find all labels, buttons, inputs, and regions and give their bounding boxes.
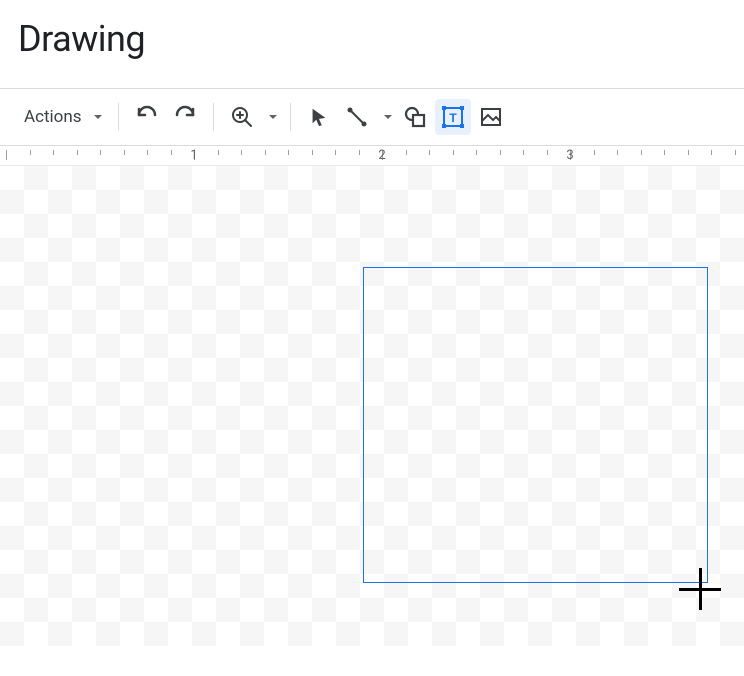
line-icon	[345, 105, 369, 129]
shapes-icon	[403, 105, 427, 129]
dropdown-caret-icon	[269, 115, 277, 119]
redo-icon	[173, 105, 197, 129]
line-tool-button[interactable]	[339, 99, 375, 135]
horizontal-ruler: 1 2 3	[0, 146, 744, 166]
textbox-drag-rect[interactable]	[363, 267, 708, 583]
toolbar-separator	[118, 103, 119, 131]
toolbar-separator	[290, 103, 291, 131]
toolbar: Actions T	[0, 88, 744, 146]
undo-icon	[135, 105, 159, 129]
textbox-tool-button[interactable]: T	[435, 99, 471, 135]
ruler-label: 3	[566, 148, 573, 163]
dropdown-caret-icon	[384, 115, 392, 119]
dialog-title: Drawing	[18, 18, 726, 60]
zoom-button[interactable]	[224, 99, 260, 135]
image-icon	[479, 105, 503, 129]
line-tool-dropdown-button[interactable]	[377, 99, 395, 135]
svg-text:T: T	[449, 111, 457, 125]
redo-button[interactable]	[167, 99, 203, 135]
undo-button[interactable]	[129, 99, 165, 135]
ruler-label: 2	[378, 148, 385, 163]
actions-menu-button[interactable]: Actions	[14, 99, 108, 135]
image-tool-button[interactable]	[473, 99, 509, 135]
toolbar-separator	[213, 103, 214, 131]
dialog-header: Drawing	[0, 0, 744, 88]
actions-menu-label: Actions	[20, 107, 90, 127]
dropdown-caret-icon	[94, 115, 102, 119]
zoom-in-icon	[230, 105, 254, 129]
shape-tool-button[interactable]	[397, 99, 433, 135]
select-tool-button[interactable]	[301, 99, 337, 135]
textbox-icon: T	[441, 105, 465, 129]
drawing-canvas[interactable]	[0, 166, 744, 646]
ruler-label: 1	[190, 148, 197, 163]
zoom-dropdown-button[interactable]	[262, 99, 280, 135]
cursor-arrow-icon	[308, 106, 330, 128]
